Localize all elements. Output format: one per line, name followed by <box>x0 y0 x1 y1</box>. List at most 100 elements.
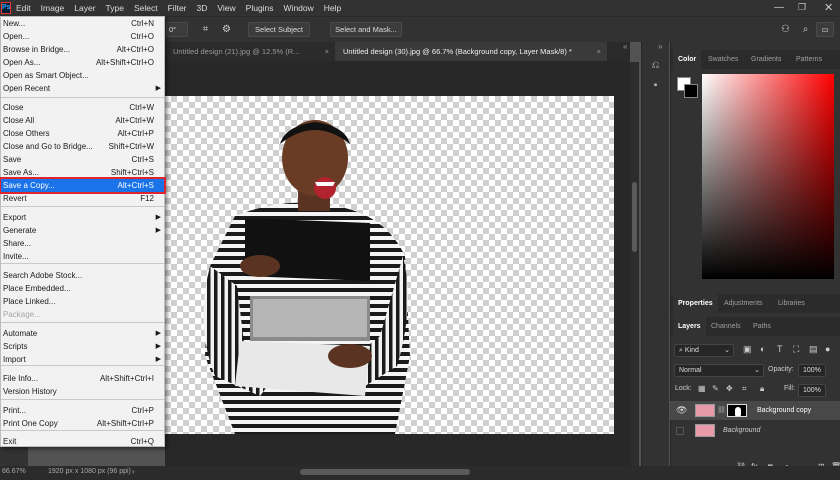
file-menu-item-invite[interactable]: Invite... <box>1 250 164 263</box>
filter-pixel-icon[interactable]: ▣ <box>743 344 752 355</box>
scroll-thumb[interactable] <box>632 182 637 252</box>
tab-channels[interactable]: Channels <box>706 317 746 336</box>
horizontal-scroll-thumb[interactable] <box>300 469 470 475</box>
menu-view[interactable]: View <box>212 0 240 16</box>
file-menu-item-print[interactable]: Print... Ctrl+P <box>1 404 164 417</box>
filter-toggle-icon[interactable]: ● <box>825 344 830 354</box>
lock-pixels-icon[interactable]: ✎ <box>712 384 719 393</box>
tab-color[interactable]: Color <box>673 50 702 69</box>
tab-gradients[interactable]: Gradients <box>746 50 786 69</box>
filter-shape-icon[interactable]: ⛶ <box>793 344 799 355</box>
select-subject-button[interactable]: Select Subject <box>248 22 310 37</box>
file-menu-item-close[interactable]: Close Ctrl+W <box>1 101 164 114</box>
file-menu-item-close-all[interactable]: Close All Alt+Ctrl+W <box>1 114 164 127</box>
menu-window[interactable]: Window <box>279 0 319 16</box>
menu-help[interactable]: Help <box>319 0 346 16</box>
menu-item-shortcut: Alt+Shift+Ctrl+O <box>95 58 154 67</box>
comments-icon[interactable]: ▪ <box>649 80 662 92</box>
file-menu-item-close-and-go-to-bridge[interactable]: Close and Go to Bridge... Shift+Ctrl+W <box>1 140 164 153</box>
file-menu-item-automate[interactable]: Automate ▶ <box>1 327 164 340</box>
tab-adjustments[interactable]: Adjustments <box>719 294 768 313</box>
layer-row-background-copy[interactable]: 👁︎ ⛓︎ Background copy <box>670 401 840 420</box>
mask-link-icon[interactable]: ⛓︎ <box>717 401 726 420</box>
file-menu-item-save[interactable]: Save Ctrl+S <box>1 153 164 166</box>
angle-field[interactable]: 0° <box>166 22 188 37</box>
menu-type[interactable]: Type <box>101 0 129 16</box>
filter-type-icon[interactable]: T <box>777 344 783 354</box>
layer-filter-kind[interactable]: ⌕ Kind ⌄ <box>674 344 734 357</box>
file-menu-item-export[interactable]: Export ▶ <box>1 211 164 224</box>
lock-all-icon[interactable]: 🔒︎ <box>760 384 764 394</box>
expand-panels-icon[interactable]: » <box>658 42 662 51</box>
file-menu-item-open[interactable]: Open... Ctrl+O <box>1 30 164 43</box>
file-menu-item-place-linked[interactable]: Place Linked... <box>1 295 164 308</box>
tab-layers[interactable]: Layers <box>673 317 706 336</box>
menu-select[interactable]: Select <box>129 0 163 16</box>
file-menu-item-open-as[interactable]: Open As... Alt+Shift+Ctrl+O <box>1 56 164 69</box>
document-info[interactable]: 1920 px x 1080 px (96 ppi) <box>48 468 131 475</box>
settings-gear-icon[interactable]: ⚙ <box>221 24 232 35</box>
file-menu-item-revert[interactable]: Revert F12 <box>1 192 164 205</box>
menu-image[interactable]: Image <box>36 0 70 16</box>
tab-swatches[interactable]: Swatches <box>703 50 743 69</box>
close-icon[interactable]: ✕ <box>824 1 833 14</box>
menu-filter[interactable]: Filter <box>163 0 192 16</box>
share-icon[interactable]: ⚇ <box>780 24 791 35</box>
file-menu-item-exit[interactable]: Exit Ctrl+Q <box>1 435 164 448</box>
zoom-level[interactable]: 66.67% <box>2 468 26 475</box>
file-menu-item-place-embedded[interactable]: Place Embedded... <box>1 282 164 295</box>
file-menu-item-version-history[interactable]: Version History <box>1 385 164 398</box>
file-menu-item-search-adobe-stock[interactable]: Search Adobe Stock... <box>1 269 164 282</box>
tab-untitled-21[interactable]: Untitled design (21).jpg @ 12.5% (R... × <box>165 42 335 61</box>
search-icon[interactable]: ⌕ <box>800 24 811 35</box>
layer-mask-thumbnail[interactable] <box>727 404 747 417</box>
photoshop-logo-icon[interactable]: Ps <box>1 2 11 14</box>
filter-smart-object-icon[interactable]: ▤ <box>809 344 818 355</box>
lock-position-icon[interactable]: ✥ <box>726 384 733 393</box>
tab-libraries[interactable]: Libraries <box>773 294 810 313</box>
tab-paths[interactable]: Paths <box>748 317 776 336</box>
menu-edit[interactable]: Edit <box>11 0 36 16</box>
file-menu-item-open-recent[interactable]: Open Recent ▶ <box>1 82 164 95</box>
tab-patterns[interactable]: Patterns <box>791 50 827 69</box>
file-menu-item-browse-in-bridge[interactable]: Browse in Bridge... Alt+Ctrl+O <box>1 43 164 56</box>
file-menu-item-generate[interactable]: Generate ▶ <box>1 224 164 237</box>
status-arrow-icon[interactable]: › <box>132 467 135 476</box>
filter-adjustment-icon[interactable]: ◐ <box>760 344 765 354</box>
tab-properties[interactable]: Properties <box>673 294 718 313</box>
file-menu-item-close-others[interactable]: Close Others Alt+Ctrl+P <box>1 127 164 140</box>
opacity-field[interactable]: 100% <box>798 364 826 377</box>
vertical-scrollbar[interactable] <box>630 62 639 466</box>
tab-close-icon[interactable]: × <box>597 42 601 61</box>
file-menu-item-new[interactable]: New... Ctrl+N <box>1 17 164 30</box>
fill-field[interactable]: 100% <box>798 384 826 397</box>
file-menu-item-share[interactable]: Share... <box>1 237 164 250</box>
file-menu-item-file-info[interactable]: File Info... Alt+Shift+Ctrl+I <box>1 372 164 385</box>
tab-close-icon[interactable]: × <box>325 42 329 61</box>
tab-untitled-30[interactable]: Untitled design (30).jpg @ 66.7% (Backgr… <box>335 42 607 61</box>
background-color-swatch[interactable] <box>684 84 698 98</box>
blend-mode-select[interactable]: Normal ⌄ <box>674 364 764 377</box>
visibility-eye-icon[interactable]: 👁︎ <box>676 401 687 420</box>
menu-3d[interactable]: 3D <box>192 0 213 16</box>
maximize-icon[interactable]: ❐ <box>798 2 806 13</box>
file-menu-item-save-a-copy[interactable]: Save a Copy... Alt+Ctrl+S <box>0 177 166 194</box>
visibility-toggle[interactable] <box>676 427 684 435</box>
select-and-mask-button[interactable]: Select and Mask... <box>330 22 402 37</box>
canvas-image[interactable] <box>165 96 614 434</box>
layer-row-background[interactable]: Background <box>670 421 840 440</box>
history-icon[interactable]: ⎌ <box>649 60 662 72</box>
minimize-icon[interactable]: — <box>774 2 784 13</box>
collapse-panels-icon[interactable]: « <box>623 42 627 51</box>
file-menu-item-save-as[interactable]: Save As... Shift+Ctrl+S <box>1 166 164 179</box>
menu-layer[interactable]: Layer <box>69 0 100 16</box>
lock-artboard-icon[interactable]: ⌗ <box>742 384 747 394</box>
file-menu-item-scripts[interactable]: Scripts ▶ <box>1 340 164 353</box>
refine-edge-icon[interactable]: ⌗ <box>200 24 211 35</box>
color-picker-field[interactable] <box>702 74 834 279</box>
menu-plugins[interactable]: Plugins <box>241 0 279 16</box>
file-menu-item-print-one-copy[interactable]: Print One Copy Alt+Shift+Ctrl+P <box>1 417 164 430</box>
lock-transparency-icon[interactable]: ▦ <box>698 384 706 393</box>
workspace-switcher[interactable]: ▭ <box>816 22 834 37</box>
file-menu-item-open-as-smart-object[interactable]: Open as Smart Object... <box>1 69 164 82</box>
